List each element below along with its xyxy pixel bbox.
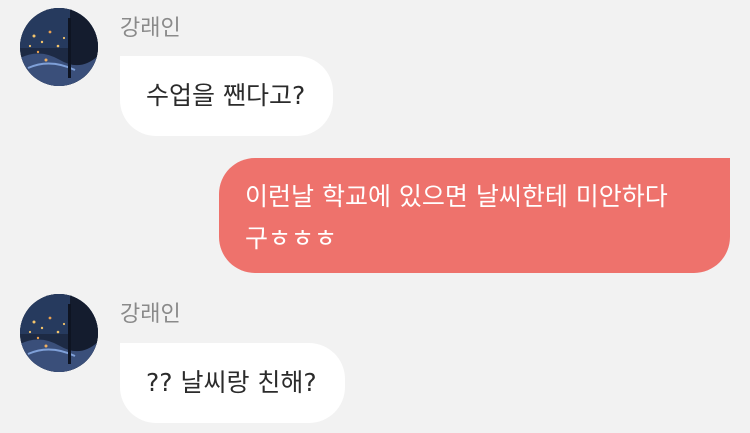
incoming-message-bubble[interactable]: ?? 날씨랑 친해? (120, 343, 345, 423)
sender-name: 강래인 (120, 16, 181, 41)
message-text-line: 구ㅎㅎㅎ (245, 224, 338, 253)
incoming-message-bubble[interactable]: 수업을 짼다고? (120, 56, 334, 136)
message-text-line: 이런날 학교에 있으면 날씨한테 미안하다 (245, 182, 668, 211)
sender-name: 강래인 (120, 302, 181, 327)
night-city-photo-avatar-icon (20, 294, 98, 372)
sender-avatar[interactable] (20, 8, 98, 86)
sender-avatar[interactable] (20, 294, 98, 372)
night-city-photo-avatar-icon (20, 8, 98, 86)
outgoing-message-bubble[interactable]: 이런날 학교에 있으면 날씨한테 미안하다 구ㅎㅎㅎ (219, 158, 730, 273)
message-text: 수업을 짼다고? (146, 81, 306, 110)
message-text: ?? 날씨랑 친해? (146, 368, 317, 397)
